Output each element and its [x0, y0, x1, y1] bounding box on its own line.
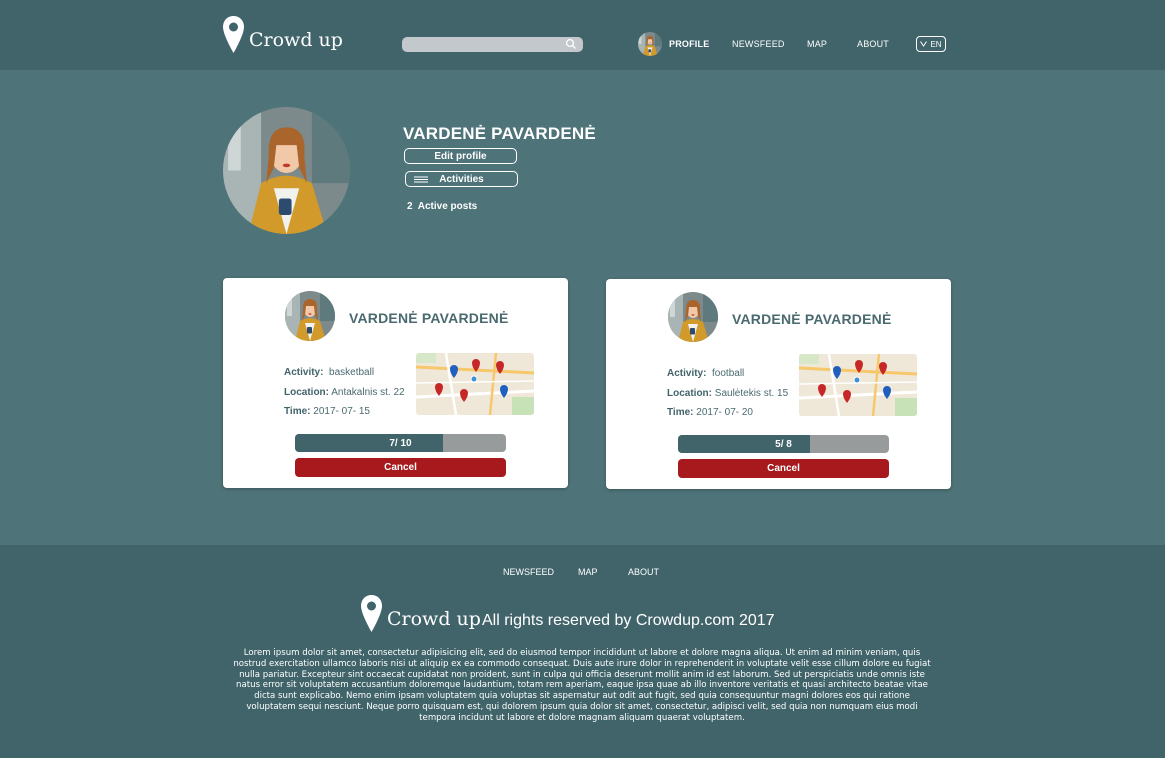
participants-progress: 5/ 8 — [678, 435, 889, 453]
profile-photo — [223, 107, 350, 234]
location-field: Location: Saulėtekis st. 15 — [667, 388, 788, 399]
nav-map[interactable]: MAP — [807, 39, 827, 49]
avatar[interactable] — [285, 291, 335, 341]
location-field: Location: Antakalnis st. 22 — [284, 387, 405, 398]
post-author-name: VARDENĖ PAVARDENĖ — [732, 311, 892, 327]
active-posts-label: Active posts — [417, 201, 478, 212]
location-value: Saulėtekis st. 15 — [714, 388, 789, 399]
avatar[interactable] — [668, 292, 718, 342]
active-posts-count: 2 — [407, 201, 413, 212]
participants-progress: 7/ 10 — [295, 434, 506, 452]
edit-profile-button[interactable]: Edit profile — [404, 148, 517, 164]
time-label: Time: — [667, 407, 694, 418]
progress-label: 7/ 10 — [389, 437, 412, 449]
footer-link-about[interactable]: ABOUT — [628, 567, 659, 577]
nav-avatar[interactable] — [638, 32, 662, 56]
time-field: Time: 2017- 07- 15 — [284, 406, 370, 417]
footer-logo[interactable]: Crowd up — [360, 594, 481, 634]
post-card: VARDENĖ PAVARDENĖ Activity: football Loc… — [606, 279, 951, 489]
footer: NEWSFEED MAP ABOUT Crowd up All rights r… — [0, 545, 1165, 758]
location-pin-icon — [361, 595, 382, 632]
search-icon[interactable] — [565, 38, 577, 50]
map-thumbnail[interactable] — [799, 354, 917, 416]
logo[interactable]: Crowd up — [222, 15, 343, 55]
activity-label: Activity: — [284, 367, 324, 378]
footer-link-newsfeed[interactable]: NEWSFEED — [503, 567, 554, 577]
active-posts: 2 Active posts — [407, 201, 477, 212]
activities-label: Activities — [439, 173, 484, 185]
chevron-down-icon — [920, 41, 928, 47]
profile-name: VARDENĖ PAVARDENĖ — [403, 124, 596, 143]
time-value: 2017- 07- 20 — [696, 407, 753, 418]
location-label: Location: — [667, 388, 712, 399]
time-value: 2017- 07- 15 — [313, 406, 370, 417]
activity-value: football — [712, 368, 745, 379]
nav-newsfeed[interactable]: NEWSFEED — [732, 39, 785, 49]
post-author-name: VARDENĖ PAVARDENĖ — [349, 310, 509, 326]
location-pin-icon — [223, 16, 244, 53]
logo-text: Crowd up — [249, 29, 343, 51]
cancel-button[interactable]: Cancel — [295, 458, 506, 477]
top-navbar: Crowd up PROFILE NEWSFEED MAP ABOUT EN — [0, 0, 1165, 70]
activities-button[interactable]: Activities — [405, 171, 518, 187]
copyright-text: All rights reserved by Crowdup.com 2017 — [482, 612, 775, 629]
search-input[interactable] — [402, 37, 583, 52]
activity-field: Activity: basketball — [284, 367, 374, 378]
activity-field: Activity: football — [667, 368, 744, 379]
map-thumbnail[interactable] — [416, 353, 534, 415]
activity-label: Activity: — [667, 368, 707, 379]
progress-label: 5/ 8 — [775, 438, 792, 450]
time-label: Time: — [284, 406, 311, 417]
location-label: Location: — [284, 387, 329, 398]
location-value: Antakalnis st. 22 — [331, 387, 405, 398]
time-field: Time: 2017- 07- 20 — [667, 407, 753, 418]
cancel-button[interactable]: Cancel — [678, 459, 889, 478]
menu-icon — [414, 176, 428, 183]
footer-description: Lorem ipsum dolor sit amet, consectetur … — [233, 648, 931, 723]
footer-link-map[interactable]: MAP — [578, 567, 598, 577]
footer-logo-text: Crowd up — [387, 608, 481, 630]
post-card: VARDENĖ PAVARDENĖ Activity: basketball L… — [223, 278, 568, 488]
nav-about[interactable]: ABOUT — [857, 39, 889, 49]
language-selector[interactable]: EN — [916, 36, 946, 52]
nav-profile[interactable]: PROFILE — [669, 39, 709, 49]
language-label: EN — [930, 39, 942, 49]
activity-value: basketball — [329, 367, 375, 378]
